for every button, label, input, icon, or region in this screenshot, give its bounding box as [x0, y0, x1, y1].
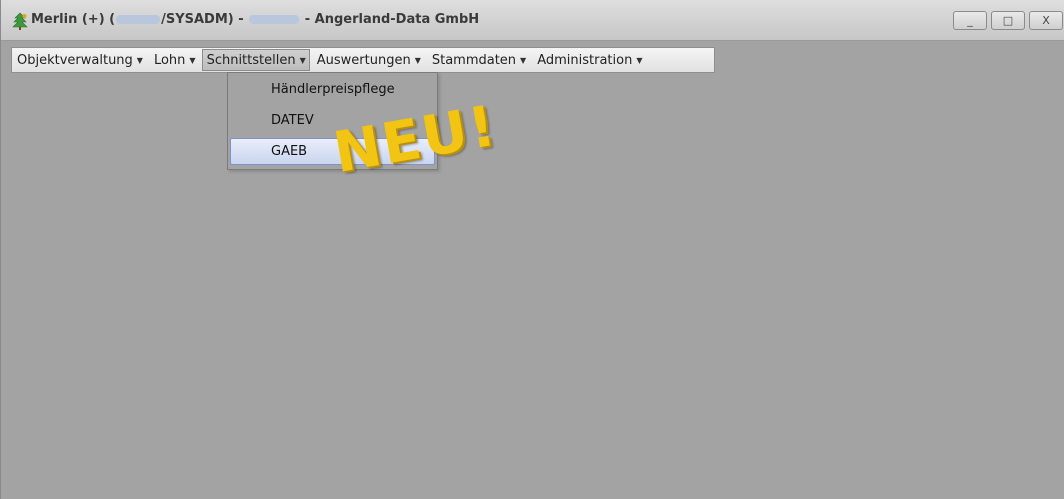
chevron-down-icon: ▼ — [136, 55, 143, 65]
app-window: Merlin (+) ( /SYSADM) - - Angerland-Data … — [0, 0, 1064, 499]
menu-bar: Objektverwaltung ▼ Lohn ▼ Schnittstellen ▼ … — [11, 47, 715, 73]
menu-auswertungen[interactable]: Auswertungen ▼ — [312, 49, 425, 71]
title-user-suffix: /SYSADM) - — [161, 12, 244, 27]
title-prefix: Merlin (+) ( — [31, 12, 116, 27]
menu-label: Stammdaten — [431, 52, 517, 68]
title-suffix: - Angerland-Data GmbH — [304, 12, 480, 27]
menu-label: Administration — [537, 52, 633, 68]
menu-lohn[interactable]: Lohn ▼ — [149, 49, 200, 71]
close-icon: X — [1042, 14, 1050, 27]
menu-item-label: DATEV — [271, 113, 314, 128]
chevron-down-icon: ▼ — [414, 55, 421, 65]
menu-administration[interactable]: Administration ▼ — [532, 49, 646, 71]
menu-item-label: GAEB — [271, 144, 308, 159]
chevron-down-icon: ▼ — [520, 55, 527, 65]
redacted-version — [249, 15, 300, 24]
maximize-button[interactable]: □ — [991, 11, 1025, 30]
close-button[interactable]: X — [1029, 11, 1063, 30]
menu-item-label: Händlerpreispflege — [271, 82, 395, 97]
menu-item-haendlerpreispflege[interactable]: Händlerpreispflege — [230, 76, 435, 103]
menu-label: Lohn — [153, 52, 186, 68]
menu-objektverwaltung[interactable]: Objektverwaltung ▼ — [12, 49, 147, 71]
window-title: Merlin (+) ( /SYSADM) - - Angerland-Data … — [31, 12, 479, 27]
menu-label: Schnittstellen — [206, 52, 296, 68]
minimize-icon: _ — [967, 14, 973, 27]
menu-label: Objektverwaltung — [17, 52, 133, 68]
merlin-tree-icon — [11, 12, 29, 30]
title-bar[interactable]: Merlin (+) ( /SYSADM) - - Angerland-Data … — [1, 0, 1064, 41]
maximize-icon: □ — [1002, 14, 1014, 27]
menu-stammdaten[interactable]: Stammdaten ▼ — [427, 49, 530, 71]
minimize-button[interactable]: _ — [953, 11, 987, 30]
chevron-down-icon: ▼ — [299, 55, 306, 65]
menu-schnittstellen[interactable]: Schnittstellen ▼ — [201, 49, 310, 71]
chevron-down-icon: ▼ — [189, 55, 196, 65]
menu-label: Auswertungen — [316, 52, 411, 68]
chevron-down-icon: ▼ — [636, 55, 643, 65]
redacted-username — [116, 15, 161, 24]
